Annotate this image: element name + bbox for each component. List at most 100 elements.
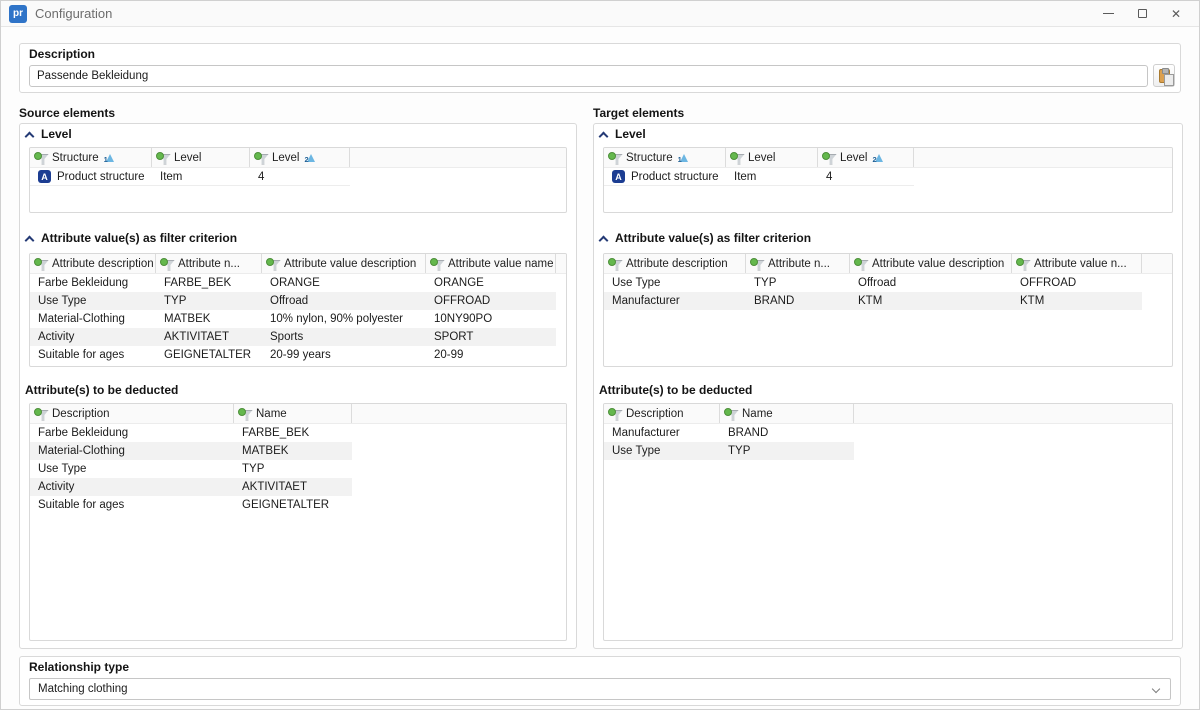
source-level-table: Structure1LevelLevel2AProduct structureI… [29,147,567,213]
cell-text: Manufacturer [612,427,680,439]
collapse-icon[interactable] [599,234,608,243]
table-cell: TYP [746,274,850,292]
source-deduct-table: DescriptionNameFarbe BekleidungFARBE_BEK… [29,403,567,641]
table-row[interactable]: Use TypeTYP [30,460,566,478]
maximize-button[interactable] [1125,1,1159,26]
cell-text: BRAND [754,295,794,307]
column-header[interactable]: Level2 [250,148,350,167]
filter-icon [724,408,738,420]
table-row[interactable]: Material-ClothingMATBEK [30,442,566,460]
minimize-icon [1103,13,1114,14]
column-header[interactable]: Attribute value description [262,254,426,273]
table-cell: AProduct structure [30,168,152,186]
description-input[interactable] [29,65,1148,87]
close-button[interactable]: ✕ [1159,1,1193,26]
column-header[interactable]: Attribute value description [850,254,1012,273]
column-header-label: Attribute description [52,258,154,270]
table-row[interactable]: Farbe BekleidungFARBE_BEK [30,424,566,442]
source-filter-section-header[interactable]: Attribute value(s) as filter criterion [25,231,237,245]
table-row[interactable]: Use Type TYPOffroad OFFROAD [604,274,1172,292]
column-header[interactable]: Attribute n... [156,254,262,273]
column-header[interactable]: Attribute n... [746,254,850,273]
column-header-label: Structure [626,152,673,164]
table-cell: FARBE_BEK [234,424,352,442]
column-header[interactable]: Level2 [818,148,914,167]
table-cell: OFFROAD [1012,274,1142,292]
column-header[interactable]: Name [234,404,352,423]
column-header[interactable]: Description [604,404,720,423]
table-row[interactable]: Manufacturer BRAND [604,424,1172,442]
source-deduct-section-header: Attribute(s) to be deducted [25,383,178,397]
cell-text: OFFROAD [434,295,490,307]
source-filter-table: Attribute descriptionAttribute n...Attri… [29,253,567,367]
table-cell: Suitable for ages [30,496,234,514]
relationship-type-select[interactable]: Matching clothing [29,678,1171,700]
source-elements-label: Source elements [19,106,115,120]
table-cell: GEIGNETALTER [156,346,262,364]
table-row[interactable]: ActivityAKTIVITAET [30,478,566,496]
table-row[interactable]: ManufacturerBRANDKTMKTM [604,292,1172,310]
table-row[interactable]: ActivityAKTIVITAETSportsSPORT [30,328,566,346]
filter-icon [854,258,868,270]
cell-text: AKTIVITAET [242,481,307,493]
section-title: Attribute value(s) as filter criterion [41,231,237,245]
cell-text: KTM [858,295,882,307]
column-header[interactable]: Level [726,148,818,167]
filter-icon [156,152,170,164]
cell-text: Use Type [38,295,86,307]
table-cell: KTM [1012,292,1142,310]
column-header[interactable]: Level [152,148,250,167]
paste-button[interactable] [1153,64,1175,87]
column-header[interactable]: Attribute description [30,254,156,273]
table-cell: BRAND [720,424,854,442]
maximize-icon [1138,9,1147,18]
minimize-button[interactable] [1091,1,1125,26]
cell-text: OFFROAD [1020,277,1076,289]
collapse-icon[interactable] [25,234,34,243]
section-title: Level [615,127,646,141]
cell-text: 4 [826,171,832,183]
table-row[interactable]: Use TypeTYPOffroadOFFROAD [30,292,566,310]
table-cell: Use Type [604,274,746,292]
filter-icon [430,258,444,270]
table-row[interactable]: AProduct structureItem 4 [30,168,566,186]
table-cell: Use Type [604,442,720,460]
cell-text: TYP [242,463,264,475]
table-cell: MATBEK [156,310,262,328]
column-header[interactable]: Structure1 [604,148,726,167]
cell-text: SPORT [434,331,473,343]
cell-text: Use Type [612,277,660,289]
column-header[interactable]: Attribute value name [426,254,556,273]
table-cell: Item [152,168,250,186]
target-filter-section-header[interactable]: Attribute value(s) as filter criterion [599,231,811,245]
collapse-icon[interactable] [25,130,34,139]
table-cell: Manufacturer [604,424,720,442]
column-header[interactable]: Name [720,404,854,423]
section-title: Attribute(s) to be deducted [599,383,752,397]
filter-icon [160,258,174,270]
collapse-icon[interactable] [599,130,608,139]
cell-text: MATBEK [164,313,210,325]
cell-text: Product structure [631,171,719,183]
column-header[interactable]: Description [30,404,234,423]
table-header-row: Structure1LevelLevel2 [604,148,1172,168]
column-header-label: Attribute value description [872,258,1004,270]
cell-text: 4 [258,171,264,183]
table-row[interactable]: Material-ClothingMATBEK10% nylon, 90% po… [30,310,566,328]
filter-icon [266,258,280,270]
table-row[interactable]: Use TypeTYP [604,442,1172,460]
structure-a-icon: A [612,170,625,183]
table-row[interactable]: Farbe BekleidungFARBE_BEKORANGEORANGE [30,274,566,292]
table-row[interactable]: Suitable for agesGEIGNETALTER20-99 years… [30,346,566,364]
table-row[interactable]: Suitable for agesGEIGNETALTER [30,496,566,514]
table-cell: TYP [234,460,352,478]
column-header[interactable]: Attribute description [604,254,746,273]
target-level-section-header[interactable]: Level [599,127,646,141]
column-header[interactable]: Structure1 [30,148,152,167]
table-cell: Offroad [850,274,1012,292]
filter-icon [608,152,622,164]
table-cell: ORANGE [262,274,426,292]
table-row[interactable]: AProduct structureItem4 [604,168,1172,186]
source-level-section-header[interactable]: Level [25,127,72,141]
column-header[interactable]: Attribute value n... [1012,254,1142,273]
